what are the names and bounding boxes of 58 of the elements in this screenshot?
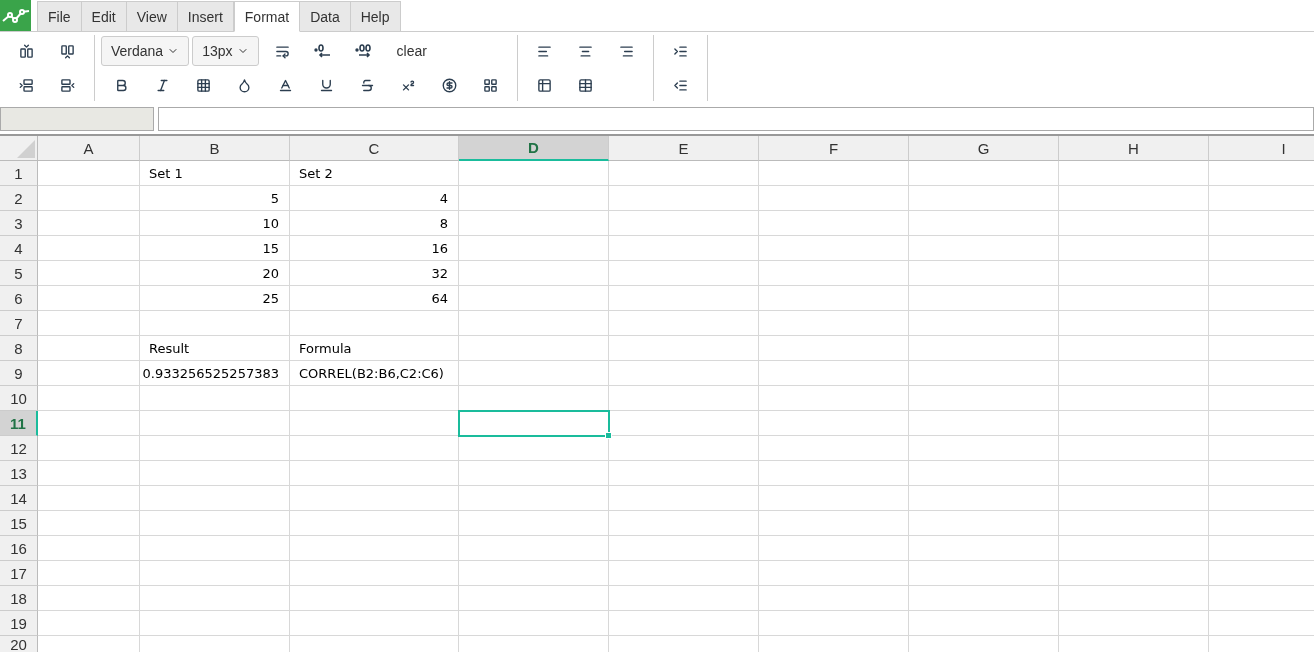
menu-tab[interactable]: Data bbox=[300, 1, 351, 32]
row-header[interactable]: 12 bbox=[0, 436, 38, 461]
cell-text: 64 bbox=[430, 290, 449, 306]
cell-text: Set 1 bbox=[148, 165, 184, 181]
row-header[interactable]: 15 bbox=[0, 511, 38, 536]
row-header[interactable]: 17 bbox=[0, 561, 38, 586]
column-header[interactable]: A bbox=[38, 136, 140, 161]
cell-text: 0.933256525257383 bbox=[141, 365, 280, 381]
menu-tab[interactable]: View bbox=[126, 1, 178, 32]
row-header[interactable]: 6 bbox=[0, 286, 38, 311]
menu-tab[interactable]: File bbox=[37, 1, 82, 32]
row-header[interactable]: 9 bbox=[0, 361, 38, 386]
cell-text: Set 2 bbox=[298, 165, 334, 181]
column-header[interactable]: H bbox=[1059, 136, 1209, 161]
row-header[interactable]: 20 bbox=[0, 636, 38, 652]
menu-tab[interactable]: Format bbox=[233, 1, 301, 32]
row-header[interactable]: 5 bbox=[0, 261, 38, 286]
cell-text: 32 bbox=[430, 265, 449, 281]
app-logo bbox=[0, 0, 31, 31]
menu-tab[interactable]: Edit bbox=[81, 1, 127, 32]
cell-text: 25 bbox=[261, 290, 280, 306]
cell-text: 4 bbox=[438, 190, 449, 206]
row-header[interactable]: 8 bbox=[0, 336, 38, 361]
row-header[interactable]: 19 bbox=[0, 611, 38, 636]
row-header[interactable]: 7 bbox=[0, 311, 38, 336]
cell-text: 5 bbox=[269, 190, 280, 206]
row-header[interactable]: 3 bbox=[0, 211, 38, 236]
column-header[interactable]: G bbox=[909, 136, 1059, 161]
row-header[interactable]: 11 bbox=[0, 411, 38, 436]
formula-field[interactable] bbox=[158, 107, 1314, 131]
cell-text: 8 bbox=[438, 215, 449, 231]
font-size-select[interactable]: 13px bbox=[192, 36, 259, 66]
column-header[interactable]: F bbox=[759, 136, 909, 161]
cell-cursor[interactable] bbox=[458, 410, 610, 437]
row-header[interactable]: 13 bbox=[0, 461, 38, 486]
cell-text: 16 bbox=[430, 240, 449, 256]
row-header[interactable]: 4 bbox=[0, 236, 38, 261]
cell-text: CORREL(B2:B6,C2:C6) bbox=[298, 365, 445, 381]
row-header[interactable]: 2 bbox=[0, 186, 38, 211]
clear-button[interactable]: clear bbox=[384, 37, 439, 65]
row-header[interactable]: 1 bbox=[0, 161, 38, 186]
font-select[interactable]: Verdana bbox=[101, 36, 190, 66]
column-header[interactable]: C bbox=[290, 136, 459, 161]
cell-text: 15 bbox=[261, 240, 280, 256]
column-header[interactable]: D bbox=[459, 136, 609, 161]
cell-text: 10 bbox=[261, 215, 280, 231]
column-header[interactable]: E bbox=[609, 136, 759, 161]
row-header[interactable]: 16 bbox=[0, 536, 38, 561]
menu-tab[interactable]: Insert bbox=[177, 1, 234, 32]
cell-text: 20 bbox=[261, 265, 280, 281]
cell-text: Result bbox=[148, 340, 191, 356]
row-header[interactable]: 18 bbox=[0, 586, 38, 611]
cell-text: Formula bbox=[298, 340, 353, 356]
column-header[interactable]: B bbox=[140, 136, 290, 161]
column-header[interactable]: I bbox=[1209, 136, 1314, 161]
row-header[interactable]: 10 bbox=[0, 386, 38, 411]
row-header[interactable]: 14 bbox=[0, 486, 38, 511]
menu-tab[interactable]: Help bbox=[350, 1, 401, 32]
